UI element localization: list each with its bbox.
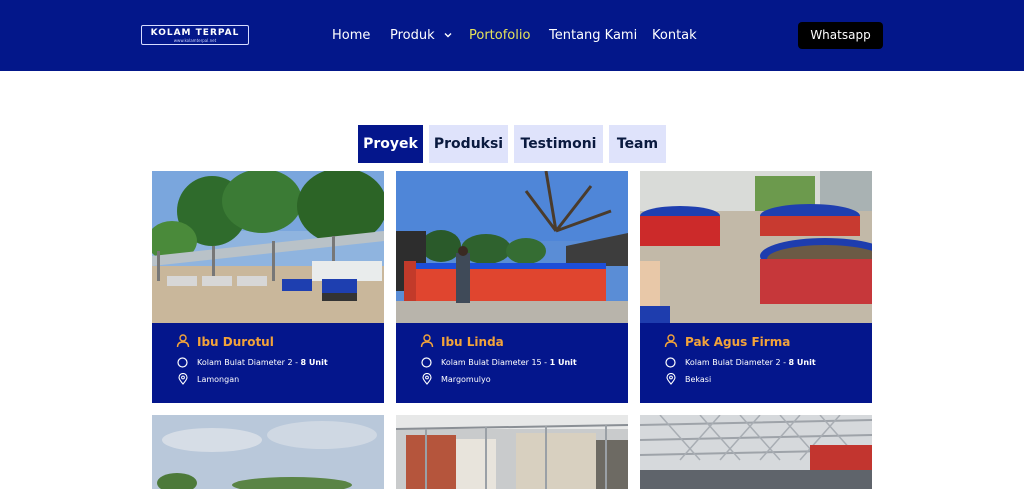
project-photo	[640, 171, 872, 323]
project-card[interactable]	[640, 415, 872, 489]
project-card[interactable]	[396, 415, 628, 489]
tab-proyek[interactable]: Proyek	[358, 125, 423, 163]
project-location: Margomulyo	[441, 375, 491, 384]
map-pin-icon	[178, 373, 188, 385]
project-location: Bekasi	[685, 375, 712, 384]
project-photo	[396, 415, 628, 489]
project-info: Ibu Linda Kolam Bulat Diameter 15 - 1 Un…	[396, 323, 628, 403]
person-icon	[664, 334, 678, 348]
nav-portofolio[interactable]: Portofolio	[469, 28, 530, 44]
nav-produk[interactable]: Produk	[390, 28, 453, 44]
top-navbar: KOLAM TERPAL www.kolamterpal.net Home Pr…	[0, 0, 1024, 71]
tab-testimoni[interactable]: Testimoni	[514, 125, 603, 163]
project-spec: Kolam Bulat Diameter 15 - 1 Unit	[441, 358, 577, 367]
chevron-down-icon	[444, 33, 452, 38]
circle-icon	[421, 357, 432, 368]
person-icon	[176, 334, 190, 348]
project-card[interactable]: Ibu Durotul Kolam Bulat Diameter 2 - 8 U…	[152, 171, 384, 403]
logo-text: KOLAM TERPAL	[150, 27, 240, 38]
circle-icon	[177, 357, 188, 368]
nav-tentang-kami[interactable]: Tentang Kami	[549, 28, 637, 44]
project-info: Pak Agus Firma Kolam Bulat Diameter 2 - …	[640, 323, 872, 403]
nav-home[interactable]: Home	[332, 28, 370, 44]
unit-count: 8 Unit	[300, 358, 328, 367]
map-pin-icon	[422, 373, 432, 385]
unit-count: 1 Unit	[549, 358, 577, 367]
nav-kontak[interactable]: Kontak	[652, 28, 697, 44]
project-card[interactable]: Ibu Linda Kolam Bulat Diameter 15 - 1 Un…	[396, 171, 628, 403]
client-name: Pak Agus Firma	[685, 335, 791, 349]
whatsapp-button[interactable]: Whatsapp	[798, 22, 883, 49]
person-icon	[420, 334, 434, 348]
project-photo	[152, 415, 384, 489]
project-spec: Kolam Bulat Diameter 2 - 8 Unit	[685, 358, 816, 367]
map-pin-icon	[666, 373, 676, 385]
tab-team[interactable]: Team	[609, 125, 666, 163]
project-spec: Kolam Bulat Diameter 2 - 8 Unit	[197, 358, 328, 367]
project-card[interactable]: Pak Agus Firma Kolam Bulat Diameter 2 - …	[640, 171, 872, 403]
tab-produksi[interactable]: Produksi	[429, 125, 508, 163]
project-photo	[152, 171, 384, 323]
circle-icon	[665, 357, 676, 368]
project-info: Ibu Durotul Kolam Bulat Diameter 2 - 8 U…	[152, 323, 384, 403]
unit-count: 8 Unit	[788, 358, 816, 367]
site-logo[interactable]: KOLAM TERPAL www.kolamterpal.net	[141, 25, 249, 45]
project-card[interactable]	[152, 415, 384, 489]
nav-produk-label: Produk	[390, 28, 435, 43]
client-name: Ibu Linda	[441, 335, 504, 349]
logo-url: www.kolamterpal.net	[173, 37, 217, 43]
project-photo	[640, 415, 872, 489]
project-photo	[396, 171, 628, 323]
project-location: Lamongan	[197, 375, 240, 384]
client-name: Ibu Durotul	[197, 335, 274, 349]
